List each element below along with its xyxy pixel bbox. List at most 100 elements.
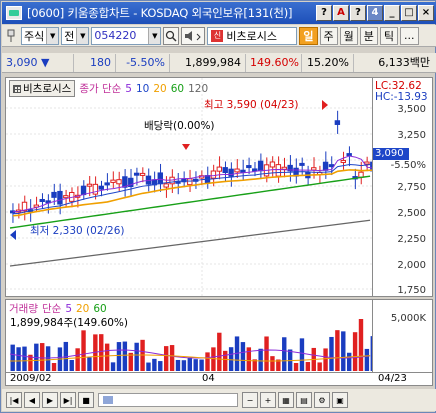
chart-window: [0600] 키움종합차트 - KOSDAQ 외국인보유[131(천)] ? A… [0, 0, 436, 413]
volume-axis: 5,000K [373, 299, 433, 373]
x-axis: 2009/02 04 04/23 [5, 373, 433, 386]
y-tick-2750: 2,750 [397, 182, 426, 193]
quote-price: 3,090 ▼ [2, 53, 74, 72]
volume-bar [205, 352, 210, 371]
quote-bar: 3,090 ▼ 180 -5.50% 1,899,984 149.60% 15.… [2, 53, 436, 73]
volume-bar [99, 334, 104, 371]
high-annotation: 최고 3,590 (04/23) [204, 99, 299, 111]
layout-button[interactable]: 4 [367, 5, 383, 21]
vol-ma20-legend[interactable]: 20 [76, 303, 89, 315]
quote-volume-ratio: 149.60% [246, 53, 302, 72]
pin-icon[interactable] [4, 27, 18, 45]
next-icon[interactable]: ▶| [60, 392, 76, 408]
volume-chart[interactable]: 거래량 단순 5 20 60 1,899,984주(149.60%) [5, 299, 373, 373]
maximize-button[interactable]: □ [401, 5, 417, 21]
info-button[interactable]: ? [350, 5, 366, 21]
ma60-legend[interactable]: 60 [171, 83, 184, 95]
scroll-track[interactable] [98, 393, 238, 407]
period-day-button[interactable]: 일 [299, 26, 318, 45]
period-minute-button[interactable]: 분 [359, 26, 378, 45]
price-legend-label[interactable]: 종가 단순 [79, 81, 121, 96]
candle [275, 164, 282, 177]
stop-icon[interactable]: ■ [78, 392, 94, 408]
zoom-out-icon[interactable]: − [242, 392, 258, 408]
candle [322, 161, 329, 171]
low-annotation: 최저 2,330 (02/26) [30, 225, 125, 237]
search-icon[interactable] [163, 26, 180, 45]
volume-bar [329, 336, 334, 371]
x-label-mid: 04 [202, 373, 215, 384]
current-pct-label: -5.50% [390, 160, 426, 171]
quote-change: 180 [74, 53, 116, 72]
stock-code-field[interactable]: 054220 ▼ [91, 26, 162, 45]
candle [281, 166, 287, 170]
volume-bar [317, 362, 322, 371]
scroll-thumb[interactable] [103, 396, 113, 404]
prev-select[interactable]: 전 ▼ [61, 26, 90, 45]
y-tick-1750: 1,750 [397, 285, 426, 296]
volume-bar [75, 348, 80, 371]
candle [139, 172, 146, 176]
current-price-box: 3,090 [373, 148, 409, 160]
chart-icon[interactable]: ▤ [296, 392, 312, 408]
quote-volume: 1,899,984 [170, 53, 246, 72]
volume-bar [175, 359, 181, 371]
x-label-end: 04/23 [378, 373, 407, 384]
settings-icon[interactable]: ⚙ [314, 392, 330, 408]
price-chart-canvas [6, 78, 372, 296]
volume-bar [199, 359, 204, 371]
price-chart[interactable]: 비츠로시스 종가 단순 5 10 20 60 120 최고 3,590 (04/… [5, 77, 373, 297]
volume-bar [305, 362, 311, 371]
stock-name: 비츠로시스 [226, 29, 277, 43]
speaker-icon[interactable] [181, 26, 206, 45]
stock-name-chip[interactable]: 비츠로시스 [9, 80, 76, 97]
volume-bar [358, 319, 364, 371]
candle [39, 198, 45, 202]
play-icon[interactable]: ▶ [42, 392, 58, 408]
title-bar: [0600] 키움종합차트 - KOSDAQ 외국인보유[131(천)] ? A… [2, 2, 436, 24]
help-button[interactable]: ? [316, 5, 332, 21]
volume-bar [270, 356, 275, 371]
vol-ma60-legend[interactable]: 60 [93, 303, 106, 315]
period-month-button[interactable]: 월 [339, 26, 358, 45]
minimize-button[interactable]: _ [384, 5, 400, 21]
volume-bar [122, 341, 128, 371]
prev-icon[interactable]: ◀ [24, 392, 40, 408]
volume-bar [81, 330, 86, 371]
more-button[interactable]: ... [400, 26, 419, 45]
candle [133, 172, 140, 176]
candle [157, 172, 163, 185]
zoom-in-icon[interactable]: + [260, 392, 276, 408]
stock-name-field[interactable]: 신 비츠로시스 [207, 26, 298, 45]
price-value: 3,090 [6, 55, 38, 69]
ma20-legend[interactable]: 20 [153, 83, 166, 95]
volume-bar [217, 332, 222, 371]
font-button[interactable]: A [333, 5, 349, 21]
ma10-legend[interactable]: 10 [136, 83, 149, 95]
candle [328, 164, 335, 168]
candle [346, 153, 352, 157]
candle [63, 195, 69, 199]
candle [110, 179, 116, 183]
navigation-bar: |◀ ◀ ▶ ▶| ■ − + ▦ ▤ ⚙ ▣ [2, 389, 436, 411]
candle [269, 161, 276, 168]
vol-ma5-legend[interactable]: 5 [65, 303, 72, 315]
ma120-legend[interactable]: 120 [188, 83, 208, 95]
candle [358, 171, 364, 178]
grid-icon[interactable]: ▦ [278, 392, 294, 408]
volume-ma-label[interactable]: 단순 [42, 301, 61, 316]
save-icon[interactable]: ▣ [332, 392, 348, 408]
candle [340, 159, 346, 163]
period-week-button[interactable]: 주 [319, 26, 338, 45]
volume-bar [299, 338, 305, 371]
volume-bar [10, 344, 15, 371]
app-icon [6, 6, 22, 20]
market-select[interactable]: 주식 ▼ [21, 26, 60, 45]
ma5-legend[interactable]: 5 [125, 83, 132, 95]
volume-bar [341, 331, 346, 371]
candle [364, 161, 370, 165]
period-tick-button[interactable]: 틱 [379, 26, 398, 45]
volume-legend-label[interactable]: 거래량 [9, 301, 38, 316]
first-icon[interactable]: |◀ [6, 392, 22, 408]
close-button[interactable]: × [418, 5, 434, 21]
